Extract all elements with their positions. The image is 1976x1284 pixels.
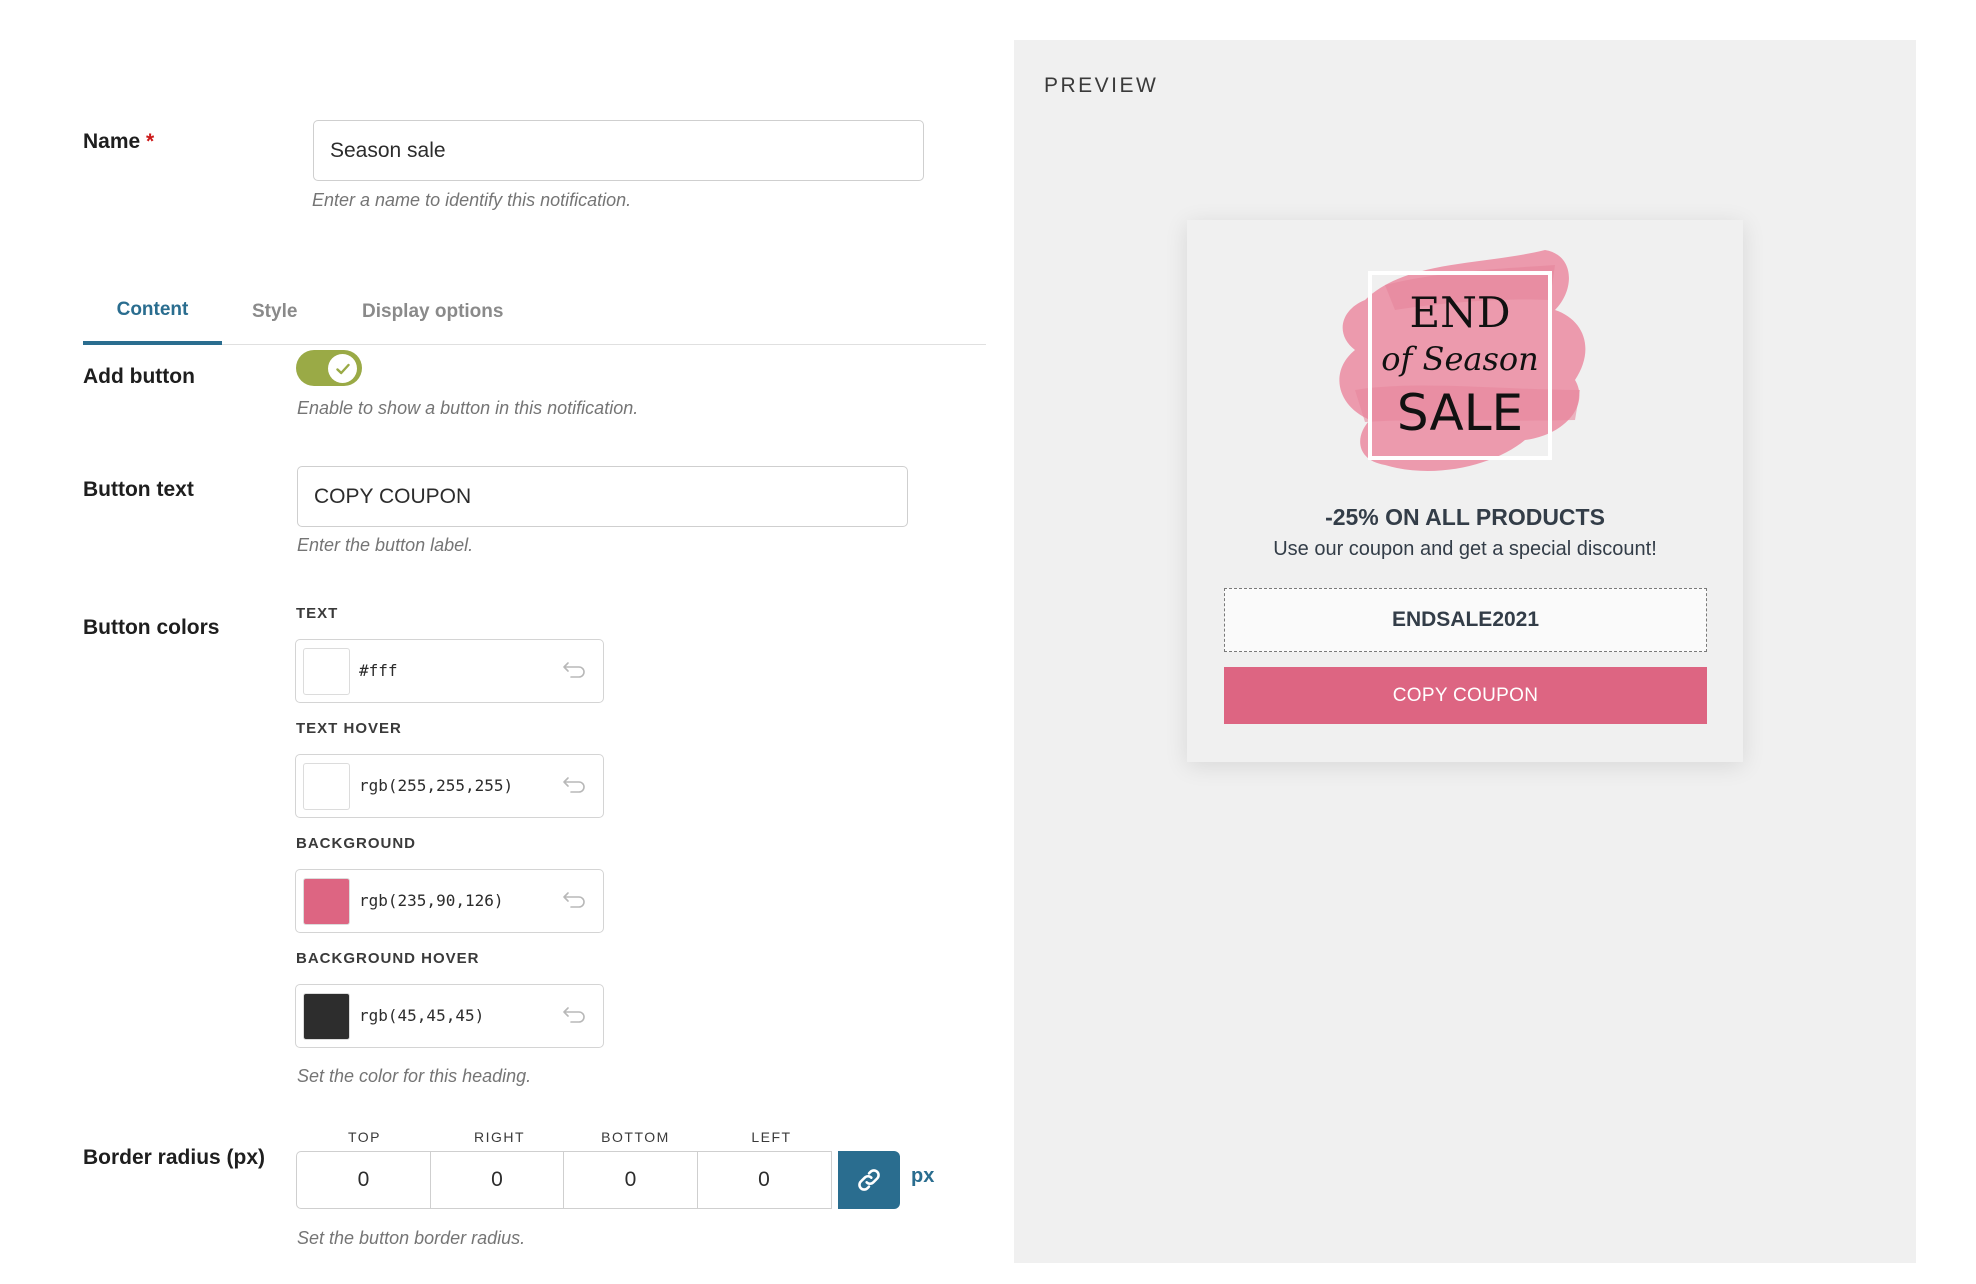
background-color-label: BACKGROUND [296,835,416,852]
link-icon [858,1169,880,1191]
text-color-value[interactable]: #fff [359,640,398,701]
name-input[interactable]: Season sale [313,120,924,181]
add-button-toggle[interactable] [296,350,362,386]
background-hover-color-label: BACKGROUND HOVER [296,950,480,967]
banner-line-3: SALE [1397,384,1523,442]
text-hover-color-field[interactable]: rgb(255,255,255) [295,754,604,818]
add-button-label: Add button [83,365,195,388]
button-text-label: Button text [83,478,194,501]
check-icon [335,363,350,374]
name-input-value: Season sale [330,138,446,162]
text-color-swatch[interactable] [303,648,350,695]
copy-coupon-button[interactable]: COPY COUPON [1224,667,1707,724]
tab-bar: Content Style Display options [83,278,986,345]
coupon-code-box[interactable]: ENDSALE2021 [1224,588,1707,652]
sale-banner-image: END of Season SALE [1339,250,1586,471]
background-color-swatch[interactable] [303,878,350,925]
radius-left-label: LEFT [751,1129,792,1145]
background-color-field[interactable]: rgb(235,90,126) [295,869,604,933]
border-radius-label: Border radius (px) [83,1146,266,1169]
name-help: Enter a name to identify this notificati… [312,190,632,210]
background-hover-color-swatch[interactable] [303,993,350,1040]
button-text-input-value: COPY COUPON [314,484,472,508]
radius-bottom-label: BOTTOM [601,1129,670,1145]
button-colors-help: Set the color for this heading. [297,1066,532,1086]
preview-panel: PREVIEW END of Season SALE -25% ON ALL P… [1014,40,1916,1263]
reset-icon[interactable] [561,658,587,682]
button-colors-label: Button colors [83,616,220,639]
preview-title: PREVIEW [1044,74,1159,97]
button-text-help: Enter the button label. [297,535,474,555]
required-mark: * [146,130,155,153]
add-button-help: Enable to show a button in this notifica… [297,398,639,418]
radius-left-input[interactable]: 0 [696,1151,832,1209]
text-hover-color-swatch[interactable] [303,763,350,810]
link-values-button[interactable] [838,1151,900,1209]
radius-right-input[interactable]: 0 [429,1151,565,1209]
radius-bottom-input[interactable]: 0 [563,1151,698,1209]
text-hover-color-label: TEXT HOVER [296,720,402,737]
name-label: Name * [83,127,154,156]
preview-subline: Use our coupon and get a special discoun… [1273,538,1657,560]
background-hover-color-field[interactable]: rgb(45,45,45) [295,984,604,1048]
radius-top-input[interactable]: 0 [296,1151,431,1209]
tab-content[interactable]: Content [83,278,222,345]
radius-right-label: RIGHT [473,1129,526,1145]
text-hover-color-value[interactable]: rgb(255,255,255) [359,755,513,816]
button-text-input[interactable]: COPY COUPON [297,466,908,527]
toggle-knob [328,354,357,383]
text-color-field[interactable]: #fff [295,639,604,703]
preview-headline: -25% ON ALL PRODUCTS [1325,504,1605,530]
radius-top-label: TOP [347,1129,382,1145]
tab-style[interactable]: Style [252,278,297,345]
border-radius-inputs: 0 0 0 0 [296,1151,832,1209]
background-hover-color-value[interactable]: rgb(45,45,45) [359,985,484,1046]
banner-line-1: END [1409,288,1510,337]
border-radius-help: Set the button border radius. [297,1228,526,1248]
text-color-label: TEXT [296,605,339,622]
background-color-value[interactable]: rgb(235,90,126) [359,870,504,931]
name-label-text: Name [83,130,141,153]
notification-card: END of Season SALE -25% ON ALL PRODUCTS … [1187,220,1743,762]
tab-display-options[interactable]: Display options [362,278,503,345]
reset-icon[interactable] [561,888,587,912]
reset-icon[interactable] [561,773,587,797]
reset-icon[interactable] [561,1003,587,1027]
banner-line-2: of Season [1381,340,1539,378]
radius-unit: px [911,1165,935,1187]
